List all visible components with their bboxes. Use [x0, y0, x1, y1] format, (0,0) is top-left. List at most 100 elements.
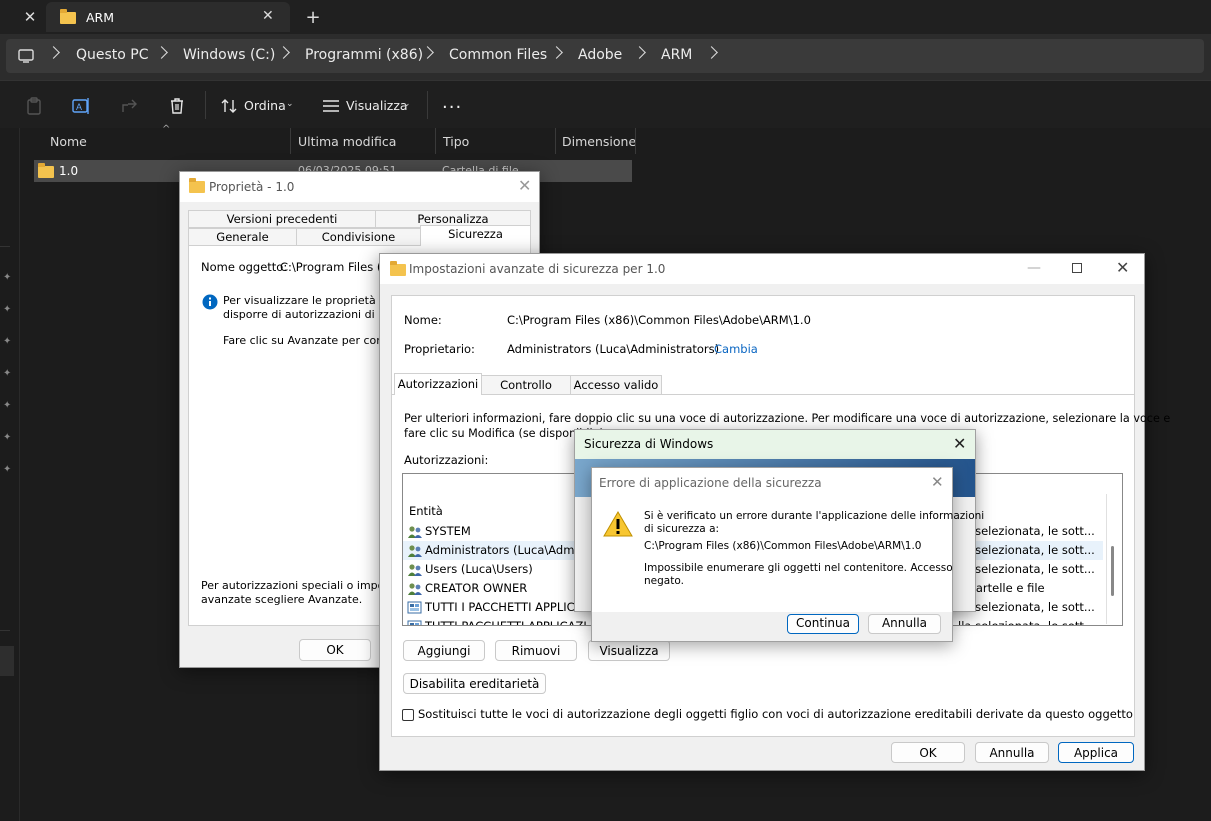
separator [205, 91, 206, 119]
column-modified[interactable]: Ultima modifica [298, 134, 396, 149]
share-icon[interactable] [119, 96, 139, 116]
entry-applies-to[interactable]: lla selezionata, le sott... [958, 543, 1095, 557]
remove-button[interactable]: Rimuovi [495, 640, 577, 661]
new-tab-icon[interactable]: + [298, 2, 328, 32]
error-line-1: Si è verificato un errore durante l'appl… [644, 510, 985, 522]
entity-header[interactable]: Entità [409, 504, 443, 518]
app-package-icon [407, 620, 422, 625]
close-tab-icon[interactable]: ✕ [262, 8, 274, 24]
user-group-icon [408, 545, 422, 557]
entry-name[interactable]: Administrators (Luca\Admin [425, 543, 585, 557]
pin-icon: ✦ [3, 272, 12, 283]
close-icon[interactable]: ✕ [1116, 258, 1129, 277]
folder-icon [390, 261, 406, 276]
command-bar: A Ordina ⌄ Visualizza ⌄ ... [0, 80, 1211, 128]
tab-autorizzazioni[interactable]: Autorizzazioni [394, 373, 482, 395]
breadcrumb-item[interactable]: Adobe [578, 47, 622, 63]
column-size[interactable]: Dimensione [562, 134, 636, 149]
error-dialog: Errore di applicazione della sicurezza ✕… [591, 467, 984, 642]
column-type[interactable]: Tipo [443, 134, 469, 149]
chevron-right-icon [47, 46, 60, 59]
column-name[interactable]: Nome [50, 134, 87, 149]
replace-checkbox[interactable] [402, 709, 414, 721]
ok-button[interactable]: OK [891, 742, 965, 763]
close-tab-icon[interactable]: ✕ [15, 2, 45, 32]
view-icon[interactable] [321, 96, 341, 116]
sort-up-icon: ^ [162, 124, 171, 135]
scrollbar-thumb[interactable] [1111, 546, 1114, 596]
cancel-button[interactable]: Annulla [868, 614, 941, 634]
minimize-icon[interactable]: — [1027, 260, 1041, 276]
breadcrumb-item[interactable]: Questo PC [76, 47, 149, 63]
tab-condivisione[interactable]: Condivisione [296, 228, 421, 246]
svg-text:A: A [76, 102, 82, 112]
maximize-icon[interactable] [1072, 263, 1082, 273]
cancel-button[interactable]: Annulla [975, 742, 1049, 763]
close-icon[interactable]: ✕ [518, 176, 531, 195]
column-separator[interactable] [290, 128, 291, 154]
breadcrumb[interactable]: Questo PC Windows (C:) Programmi (x86) C… [6, 39, 1204, 73]
entry-name[interactable]: TUTTI PACCHETTI APPLICAZI [425, 619, 587, 625]
app-package-icon [407, 601, 422, 614]
column-headers: ^ Nome Ultima modifica Tipo Dimensione [34, 124, 636, 154]
continue-button[interactable]: Continua [787, 614, 859, 634]
add-button[interactable]: Aggiungi [403, 640, 485, 661]
sort-button[interactable]: Ordina [244, 98, 286, 113]
column-separator[interactable] [555, 128, 556, 154]
owner-label: Proprietario: [404, 342, 475, 356]
tab-versioni-precedenti[interactable]: Versioni precedenti [188, 210, 376, 228]
entry-applies-to[interactable]: lla selezionata, le sott... [958, 524, 1095, 538]
close-icon[interactable]: ✕ [931, 473, 944, 491]
nav-selected-item[interactable] [0, 646, 14, 676]
breadcrumb-item[interactable]: Programmi (x86) [305, 47, 423, 63]
breadcrumb-item[interactable]: Windows (C:) [183, 47, 275, 63]
view-button[interactable]: Visualizza [346, 98, 408, 113]
tab-label: ARM [86, 10, 115, 25]
chevron-right-icon [550, 46, 563, 59]
disable-inheritance-button[interactable]: Disabilita ereditarietà [403, 673, 546, 694]
title-bar: Impostazioni avanzate di sicurezza per 1… [380, 254, 1144, 284]
entry-name[interactable]: TUTTI I PACCHETTI APPLICAZI [425, 600, 594, 614]
tab-sicurezza[interactable]: Sicurezza [420, 225, 531, 246]
entry-name[interactable]: CREATOR OWNER [425, 581, 527, 595]
tab-arm[interactable]: ARM ✕ [46, 2, 290, 32]
entry-applies-to[interactable]: lla selezionata, le sott... [958, 600, 1095, 614]
scrollbar-track[interactable] [1106, 494, 1107, 624]
permissions-label: Autorizzazioni: [404, 453, 489, 467]
replace-label: Sostituisci tutte le voci di autorizzazi… [418, 707, 1133, 721]
entry-applies-to[interactable]: lla selezionata, le sott... [958, 562, 1095, 576]
view-button[interactable]: Visualizza [588, 640, 670, 661]
error-line-2: di sicurezza a: [644, 523, 720, 535]
apply-button[interactable]: Applica [1058, 742, 1134, 763]
object-label: Nome oggetto: [201, 260, 288, 274]
tab-generale[interactable]: Generale [188, 228, 297, 246]
dialog-title: Sicurezza di Windows [584, 437, 714, 451]
tab-controllo[interactable]: Controllo [481, 375, 571, 395]
title-bar: Proprietà - 1.0 ✕ [180, 172, 539, 202]
ok-button[interactable]: OK [299, 639, 371, 661]
paste-icon[interactable] [24, 96, 44, 116]
navigation-pane: ✦ ✦ ✦ ✦ ✦ ✦ ✦ [0, 128, 20, 821]
breadcrumb-item[interactable]: Common Files [449, 47, 547, 63]
name-label: Nome: [404, 313, 442, 327]
warning-icon [603, 511, 633, 537]
breadcrumb-item[interactable]: ARM [661, 47, 692, 63]
sort-icon[interactable] [219, 96, 239, 116]
rename-icon[interactable]: A [71, 96, 91, 116]
entry-name[interactable]: Users (Luca\Users) [425, 562, 533, 576]
chevron-right-icon[interactable] [705, 46, 718, 59]
tab-accesso-valido[interactable]: Accesso valido [570, 375, 662, 395]
close-icon[interactable]: ✕ [953, 434, 966, 453]
tab-bar: ✕ ARM ✕ + [0, 0, 1211, 34]
file-name: 1.0 [59, 164, 79, 178]
user-group-icon [408, 583, 422, 595]
entry-name[interactable]: SYSTEM [425, 524, 471, 538]
column-separator[interactable] [635, 128, 636, 154]
change-owner-link[interactable]: Cambia [714, 342, 758, 356]
user-group-icon [408, 526, 422, 538]
more-options-button[interactable]: ... [442, 92, 462, 113]
column-separator[interactable] [435, 128, 436, 154]
message-area: Si è verificato un errore durante l'appl… [592, 498, 984, 612]
entry-applies-to[interactable]: lla selezionata, le sott... [958, 619, 1095, 625]
delete-icon[interactable] [167, 96, 187, 116]
